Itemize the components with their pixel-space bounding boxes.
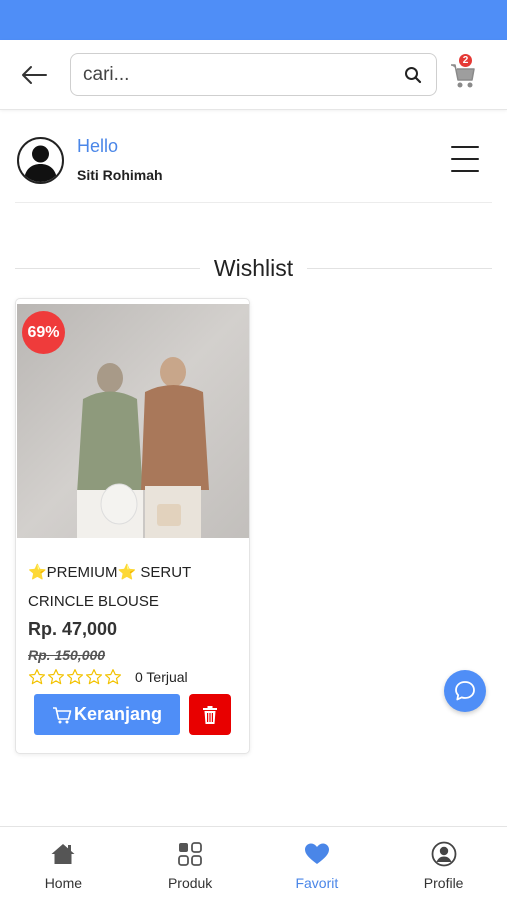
page-title: Wishlist [213, 254, 294, 281]
cart-icon [52, 706, 72, 723]
star-outline-icon [47, 669, 65, 685]
user-avatar-icon [24, 145, 57, 182]
add-to-cart-button[interactable]: Keranjang [34, 694, 180, 735]
heart-icon [304, 841, 330, 867]
rating-row: 0 Terjual [28, 667, 188, 687]
grid-icon [177, 841, 203, 867]
search-input[interactable] [83, 63, 402, 86]
chat-button[interactable] [444, 670, 486, 712]
nav-item-profile[interactable]: Profile [380, 827, 507, 900]
trash-icon [203, 705, 217, 724]
menu-button[interactable] [451, 146, 479, 172]
nav-label: Produk [167, 875, 213, 891]
cart-button[interactable]: 2 [448, 54, 478, 90]
nav-label: Profile [423, 875, 464, 891]
wishlist-product-card[interactable]: 69% ⭐PREMIUM⭐ SERUT CRINCLE BLOUSE Rp. 4… [15, 298, 250, 754]
status-bar [0, 0, 507, 40]
star-outline-icon [85, 669, 103, 685]
chat-bubble-icon [455, 681, 475, 701]
sold-count: 0 Terjual [135, 669, 188, 685]
divider [15, 267, 200, 269]
product-name[interactable]: ⭐PREMIUM⭐ SERUT CRINCLE BLOUSE [28, 558, 243, 616]
search-header: 2 [0, 40, 507, 110]
home-icon [50, 841, 76, 867]
user-circle-icon [431, 841, 457, 867]
product-price: Rp. 47,000 [28, 619, 118, 639]
avatar [17, 137, 64, 184]
user-row: Hello Siti Rohimah [15, 128, 492, 203]
divider [307, 267, 493, 269]
arrow-left-icon [22, 66, 47, 84]
menu-icon-bar [451, 158, 479, 160]
cart-count-badge: 2 [459, 54, 472, 67]
product-image[interactable]: 69% [17, 304, 249, 538]
delete-button[interactable] [189, 694, 231, 735]
nav-item-home[interactable]: Home [0, 827, 127, 900]
add-to-cart-label: Keranjang [73, 704, 163, 724]
star-outline-icon [28, 669, 46, 685]
section-header: Wishlist [15, 250, 493, 286]
menu-icon-bar [451, 170, 479, 172]
back-button[interactable] [18, 61, 50, 89]
bottom-navigation: Home Produk Favorit Profile [0, 826, 507, 900]
search-box [70, 53, 437, 96]
nav-label: Home [44, 875, 83, 891]
nav-item-produk[interactable]: Produk [127, 827, 254, 900]
star-outline-icon [104, 669, 122, 685]
nav-label: Favorit [295, 875, 339, 891]
nav-item-favorit[interactable]: Favorit [254, 827, 381, 900]
discount-badge: 69% [22, 311, 65, 354]
search-icon[interactable] [402, 64, 424, 86]
menu-icon-bar [451, 146, 479, 148]
user-name: Siti Rohimah [77, 167, 163, 183]
product-original-price: Rp. 150,000 [28, 647, 106, 663]
greeting: Hello [77, 136, 119, 156]
star-outline-icon [66, 669, 84, 685]
